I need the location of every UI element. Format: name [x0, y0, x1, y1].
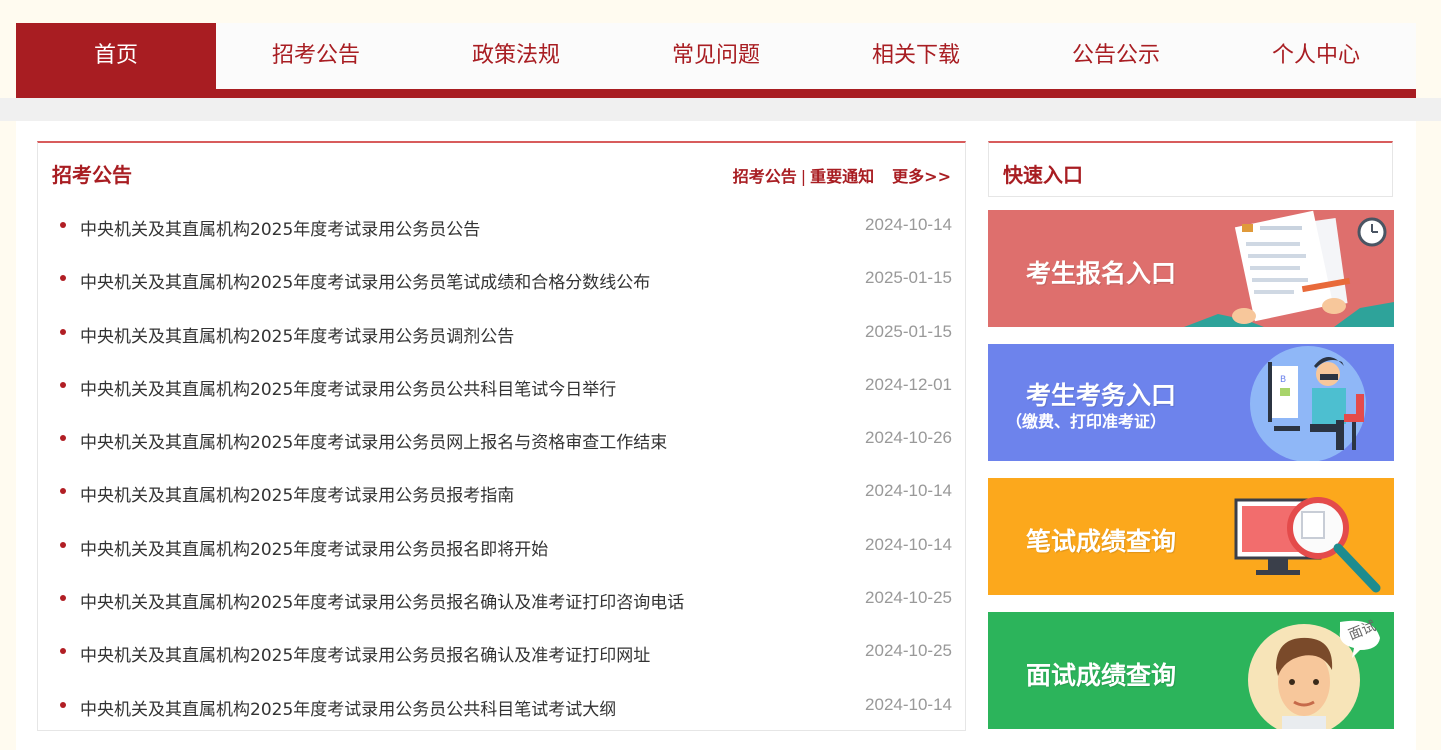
announcements-title: 招考公告 [52, 163, 132, 187]
announcement-link[interactable]: 中央机关及其直属机构2025年度考试录用公务员报名即将开始 [80, 535, 548, 560]
bullet-icon [60, 701, 66, 708]
bullet-icon [60, 595, 66, 602]
main-nav: 首页 招考公告 政策法规 常见问题 相关下载 公告公示 个人中心 [16, 23, 1416, 89]
bullet-icon [60, 541, 66, 548]
announcement-link[interactable]: 中央机关及其直属机构2025年度考试录用公务员公共科目笔试考试大纲 [80, 695, 616, 720]
announcement-date: 2024-10-25 [865, 588, 952, 608]
quick-entry-title: 快速入口 [1003, 163, 1083, 187]
link-important-notices[interactable]: 重要通知 [810, 167, 874, 186]
application-form-icon [1184, 210, 1394, 327]
list-item: 中央机关及其直属机构2025年度考试录用公务员公告 2024-10-14 [38, 210, 965, 263]
nav-recruitment-notices[interactable]: 招考公告 [216, 23, 416, 89]
announcement-date: 2024-10-14 [865, 534, 952, 554]
announcement-tabs: 招考公告 | 重要通知 更多>> [733, 163, 951, 187]
announcement-date: 2024-10-26 [865, 428, 952, 448]
bullet-icon [60, 488, 66, 495]
announcement-link[interactable]: 中央机关及其直属机构2025年度考试录用公务员笔试成绩和合格分数线公布 [80, 268, 650, 293]
announcement-list: 中央机关及其直属机构2025年度考试录用公务员公告 2024-10-14 中央机关… [38, 210, 965, 743]
bullet-icon [60, 648, 66, 655]
tile-label: 考生考务入口 [1026, 381, 1177, 410]
more-link[interactable]: 更多>> [892, 167, 951, 186]
tile-label: 面试成绩查询 [1026, 661, 1177, 690]
list-item: 中央机关及其直属机构2025年度考试录用公务员报名即将开始 2024-10-14 [38, 530, 965, 583]
announcement-link[interactable]: 中央机关及其直属机构2025年度考试录用公务员调剂公告 [80, 322, 514, 347]
link-recruitment-notices[interactable]: 招考公告 [733, 167, 797, 186]
bullet-icon [60, 328, 66, 335]
magnifier-monitor-icon [1234, 497, 1381, 593]
svg-text:B: B [1280, 375, 1286, 385]
nav-personal-center[interactable]: 个人中心 [1216, 23, 1416, 89]
quick-entry-header: 快速入口 [988, 141, 1393, 197]
announcement-link[interactable]: 中央机关及其直属机构2025年度考试录用公务员报考指南 [80, 481, 514, 506]
registration-entry-button[interactable]: 考生报名入口 [988, 210, 1394, 327]
announcement-link[interactable]: 中央机关及其直属机构2025年度考试录用公务员报名确认及准考证打印咨询电话 [80, 588, 684, 613]
divider-band [0, 98, 1441, 121]
list-item: 中央机关及其直属机构2025年度考试录用公务员公共科目笔试今日举行 2024-12… [38, 370, 965, 423]
list-item: 中央机关及其直属机构2025年度考试录用公务员报名确认及准考证打印网址 2024-… [38, 636, 965, 689]
interview-score-query-button[interactable]: 面试成绩查询 面试 [988, 612, 1394, 729]
bullet-icon [60, 275, 66, 282]
bullet-icon [60, 435, 66, 442]
list-item: 中央机关及其直属机构2025年度考试录用公务员公共科目笔试考试大纲 2024-10… [38, 690, 965, 743]
written-score-query-button[interactable]: 笔试成绩查询 [988, 478, 1394, 595]
tile-label: 笔试成绩查询 [1026, 527, 1177, 556]
announcement-date: 2025-01-15 [865, 321, 952, 341]
computer-user-icon: B [1250, 346, 1366, 461]
bullet-icon [60, 381, 66, 388]
tile-label: 考生报名入口 [1026, 259, 1177, 288]
announcement-link[interactable]: 中央机关及其直属机构2025年度考试录用公务员公共科目笔试今日举行 [80, 375, 616, 400]
list-item: 中央机关及其直属机构2025年度考试录用公务员网上报名与资格审查工作结束 2024… [38, 423, 965, 476]
nav-public-notices[interactable]: 公告公示 [1016, 23, 1216, 89]
announcement-date: 2024-10-14 [865, 215, 952, 234]
bullet-icon [60, 222, 66, 228]
announcement-date: 2024-12-01 [865, 374, 952, 394]
announcement-link[interactable]: 中央机关及其直属机构2025年度考试录用公务员公告 [80, 215, 480, 240]
list-item: 中央机关及其直属机构2025年度考试录用公务员调剂公告 2025-01-15 [38, 317, 965, 370]
exam-affairs-entry-button[interactable]: 考生考务入口 （缴费、打印准考证） B [988, 344, 1394, 461]
nav-downloads[interactable]: 相关下载 [816, 23, 1016, 89]
link-separator: | [800, 167, 807, 186]
nav-underline [16, 89, 1416, 98]
announcement-link[interactable]: 中央机关及其直属机构2025年度考试录用公务员报名确认及准考证打印网址 [80, 641, 650, 666]
list-item: 中央机关及其直属机构2025年度考试录用公务员报名确认及准考证打印咨询电话 202… [38, 583, 965, 636]
announcement-date: 2024-10-25 [865, 641, 952, 661]
announcements-panel: 招考公告 招考公告 | 重要通知 更多>> 中央机关及其直属机构2025年度考试录用公… [37, 141, 966, 731]
nav-policies[interactable]: 政策法规 [416, 23, 616, 89]
nav-home[interactable]: 首页 [16, 23, 216, 89]
list-item: 中央机关及其直属机构2025年度考试录用公务员报考指南 2024-10-14 [38, 476, 965, 529]
announcement-link[interactable]: 中央机关及其直属机构2025年度考试录用公务员网上报名与资格审查工作结束 [80, 428, 667, 453]
announcement-date: 2025-01-15 [865, 268, 952, 288]
tile-sublabel: （缴费、打印准考证） [1006, 412, 1167, 431]
nav-faq[interactable]: 常见问题 [616, 23, 816, 89]
announcement-date: 2024-10-14 [865, 481, 952, 501]
announcement-date: 2024-10-14 [865, 694, 952, 714]
list-item: 中央机关及其直属机构2025年度考试录用公务员笔试成绩和合格分数线公布 2025-… [38, 263, 965, 316]
